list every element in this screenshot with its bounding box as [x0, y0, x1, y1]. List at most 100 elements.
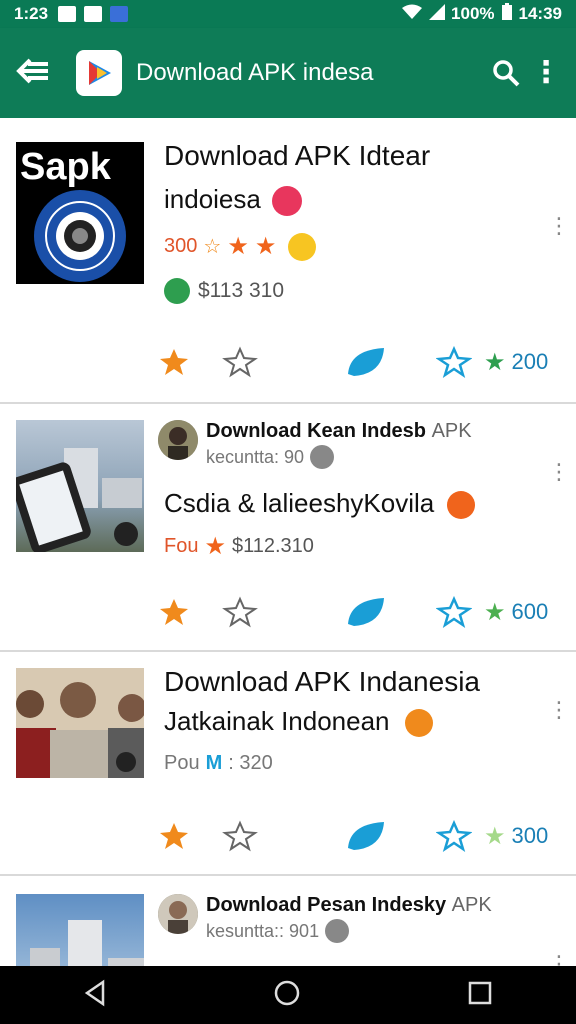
favorite-outline-icon[interactable] — [222, 340, 258, 384]
comment-icon[interactable] — [344, 590, 386, 634]
star-icon: ★ — [227, 233, 249, 260]
battery-percent: 100% — [451, 4, 495, 23]
back-arrow-icon[interactable] — [16, 56, 50, 90]
share-icon[interactable] — [158, 814, 190, 858]
rating-row: 300 ☆ ★ ★ — [164, 232, 317, 261]
author-name-row: Download Pesan Indesky APK — [206, 894, 492, 917]
author-avatar[interactable] — [158, 420, 198, 460]
info-chip-icon — [325, 919, 350, 943]
nav-recents-icon[interactable] — [467, 980, 493, 1011]
author-name-row: Download Kean Indesb APK — [206, 420, 472, 443]
rating-value: 300 — [164, 235, 198, 257]
action-bar: ★ 300 — [0, 814, 576, 858]
item-more-icon[interactable]: ⋮ — [548, 215, 570, 237]
content-list[interactable]: Sapk Download APK Idtear indoiesa 300 ☆ … — [0, 118, 576, 966]
app-title: Download APK indesa — [136, 59, 374, 86]
item-more-icon[interactable]: ⋮ — [548, 461, 570, 483]
item-subtitle-row: indoiesa — [164, 184, 303, 217]
author-suffix: APK — [431, 420, 472, 442]
author-meta-row: kesuntta:: 901 — [206, 919, 492, 943]
comment-icon[interactable] — [344, 340, 386, 384]
more-vert-icon[interactable]: ⋮ — [524, 58, 568, 88]
status-clock: 14:39 — [518, 4, 562, 23]
item-subtitle: Csdia & lalieeshyKovila — [164, 488, 435, 518]
rate-outline-icon[interactable] — [436, 590, 472, 634]
star-outline-icon: ☆ — [203, 236, 222, 258]
author-avatar[interactable] — [158, 894, 198, 934]
share-icon[interactable] — [158, 340, 190, 384]
emoji-icon — [404, 709, 433, 738]
price-value: $112.310 — [231, 535, 314, 557]
favorite-outline-icon[interactable] — [222, 814, 258, 858]
rating-label: Fou — [164, 535, 199, 557]
count-value: 600 — [511, 599, 549, 624]
rate-outline-icon[interactable] — [436, 814, 472, 858]
search-icon[interactable] — [488, 55, 524, 91]
favorite-outline-icon[interactable] — [222, 590, 258, 634]
nav-home-icon[interactable] — [273, 979, 301, 1012]
price-row: $113 310 — [164, 278, 284, 304]
list-item[interactable]: Download Pesan Indesky APK kesuntta:: 90… — [0, 876, 576, 966]
rating-row: Pou M : 320 — [164, 752, 273, 775]
notification-icon — [58, 6, 77, 22]
action-bar: ★ 200 — [0, 340, 576, 384]
item-title: Download APK Indanesia — [164, 666, 480, 697]
notification-icon-3 — [110, 6, 129, 22]
status-time: 1:23 — [14, 4, 49, 23]
author-name: Download Kean Indesb — [206, 420, 427, 442]
author-name: Download Pesan Indesky — [206, 894, 447, 916]
badge-icon — [272, 186, 303, 217]
navigation-bar — [0, 966, 576, 1024]
count-value: 300 — [511, 823, 549, 848]
star-icon: ★ — [204, 533, 226, 560]
author-row[interactable]: Download Pesan Indesky APK kesuntta:: 90… — [158, 894, 492, 943]
rating-count[interactable]: ★ 200 — [484, 340, 548, 384]
comment-icon[interactable] — [344, 814, 386, 858]
author-suffix: APK — [451, 894, 492, 916]
brand-icon: M — [205, 752, 223, 774]
price-value: $113 310 — [198, 279, 285, 302]
item-subtitle-row: Jatkainak Indonean — [164, 706, 433, 738]
rate-outline-icon[interactable] — [436, 340, 472, 384]
app-thumbnail[interactable]: Sapk — [16, 142, 144, 284]
info-chip-icon — [310, 445, 335, 469]
item-subtitle: indoiesa — [164, 184, 261, 214]
rating-value: : 320 — [228, 752, 273, 774]
wifi-icon — [401, 4, 423, 25]
app-bar: Download APK indesa ⋮ — [0, 28, 576, 118]
author-row[interactable]: Download Kean Indesb APK kecuntta: 90 — [158, 420, 472, 469]
author-meta: kesuntta:: 901 — [206, 920, 320, 941]
rating-count[interactable]: ★ 300 — [484, 814, 548, 858]
item-subtitle-row: Csdia & lalieeshyKovila — [164, 488, 476, 520]
emoji-icon — [288, 232, 317, 261]
status-right: 100% 14:39 — [401, 2, 562, 26]
notification-icon-2 — [84, 6, 103, 22]
app-logo — [76, 50, 122, 96]
rating-count[interactable]: ★ 600 — [484, 590, 548, 634]
item-more-icon[interactable]: ⋮ — [548, 699, 570, 721]
action-bar: ★ 600 — [0, 590, 576, 634]
app-thumbnail[interactable] — [16, 668, 144, 778]
count-value: 200 — [511, 349, 549, 374]
list-item[interactable]: Download Kean Indesb APK kecuntta: 90 Cs… — [0, 404, 576, 652]
flower-icon — [447, 491, 476, 520]
rating-row: Fou ★ $112.310 — [164, 532, 314, 561]
signal-icon — [429, 3, 446, 25]
item-subtitle: Jatkainak Indonean — [164, 706, 390, 736]
battery-icon — [501, 2, 513, 26]
author-meta: kecuntta: 90 — [206, 446, 305, 467]
price-icon — [164, 278, 190, 304]
app-thumbnail[interactable] — [16, 894, 144, 966]
rating-label: Pou — [164, 752, 200, 774]
nav-back-icon[interactable] — [83, 979, 107, 1012]
green-star-icon: ★ — [484, 822, 506, 850]
app-thumbnail[interactable] — [16, 420, 144, 552]
share-icon[interactable] — [158, 590, 190, 634]
list-item[interactable]: Sapk Download APK Idtear indoiesa 300 ☆ … — [0, 118, 576, 404]
status-bar: 1:23 100% 14:39 — [0, 0, 576, 28]
author-meta-row: kecuntta: 90 — [206, 445, 472, 469]
star-icon: ★ — [254, 233, 277, 260]
green-star-icon: ★ — [484, 348, 506, 376]
list-item[interactable]: Download APK Indanesia Jatkainak Indonea… — [0, 652, 576, 876]
thumbnail-label: Sapk — [20, 146, 111, 188]
